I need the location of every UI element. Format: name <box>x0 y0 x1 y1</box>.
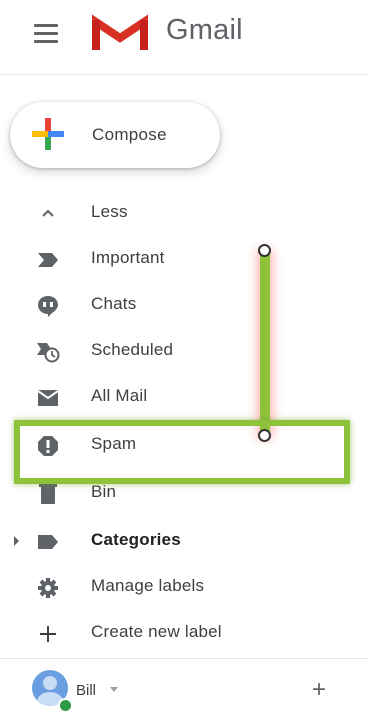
online-status-icon <box>58 698 73 713</box>
annotation-highlight-box <box>14 420 350 484</box>
sidebar-item-important[interactable]: Important <box>0 236 368 282</box>
add-chat-button[interactable]: + <box>312 676 326 704</box>
bin-icon <box>36 482 60 506</box>
sidebar-item-label: Important <box>91 248 165 267</box>
compose-label: Compose <box>92 125 167 144</box>
sidebar-item-scheduled[interactable]: Scheduled <box>0 328 368 374</box>
compose-button[interactable]: Compose <box>10 102 220 168</box>
chevron-down-icon[interactable] <box>110 687 118 692</box>
annotation-arrow <box>260 252 270 436</box>
sidebar-item-label: Chats <box>91 294 137 313</box>
sidebar-item-label: Less <box>91 202 128 221</box>
account-divider <box>0 658 368 659</box>
expand-caret-icon[interactable] <box>14 536 19 546</box>
sidebar-item-less[interactable]: Less <box>0 190 368 236</box>
sidebar-item-categories[interactable]: Categories <box>0 518 368 564</box>
sidebar-item-label: Categories <box>91 530 181 549</box>
mail-icon <box>36 386 60 410</box>
header: Gmail <box>0 0 368 68</box>
hamburger-icon[interactable] <box>34 24 58 44</box>
sidebar-item-label: Create new label <box>91 622 222 641</box>
plus-icon <box>32 118 64 150</box>
annotation-dot-start <box>258 244 271 257</box>
plus-icon <box>36 622 60 646</box>
annotation-dot-end <box>258 429 271 442</box>
sidebar-item-manage-labels[interactable]: Manage labels <box>0 564 368 610</box>
sidebar-item-chats[interactable]: Chats <box>0 282 368 328</box>
gear-icon <box>36 576 60 600</box>
sidebar-item-all-mail[interactable]: All Mail <box>0 374 368 420</box>
sidebar-item-label: Scheduled <box>91 340 174 359</box>
label-icon <box>36 530 60 554</box>
sidebar-item-label: Manage labels <box>91 576 205 595</box>
scheduled-icon <box>36 340 60 364</box>
important-icon <box>36 248 60 272</box>
sidebar-item-label: Bin <box>91 482 117 501</box>
chevron-up-icon <box>36 202 60 226</box>
header-divider <box>0 74 368 75</box>
account-bar: Bill + <box>0 666 368 713</box>
account-name[interactable]: Bill <box>76 682 96 699</box>
sidebar-item-label: All Mail <box>91 386 148 405</box>
app-title: Gmail <box>166 14 243 46</box>
chat-icon <box>36 294 60 318</box>
sidebar-item-create-new-label[interactable]: Create new label <box>0 610 368 656</box>
gmail-logo-icon[interactable] <box>92 14 148 52</box>
